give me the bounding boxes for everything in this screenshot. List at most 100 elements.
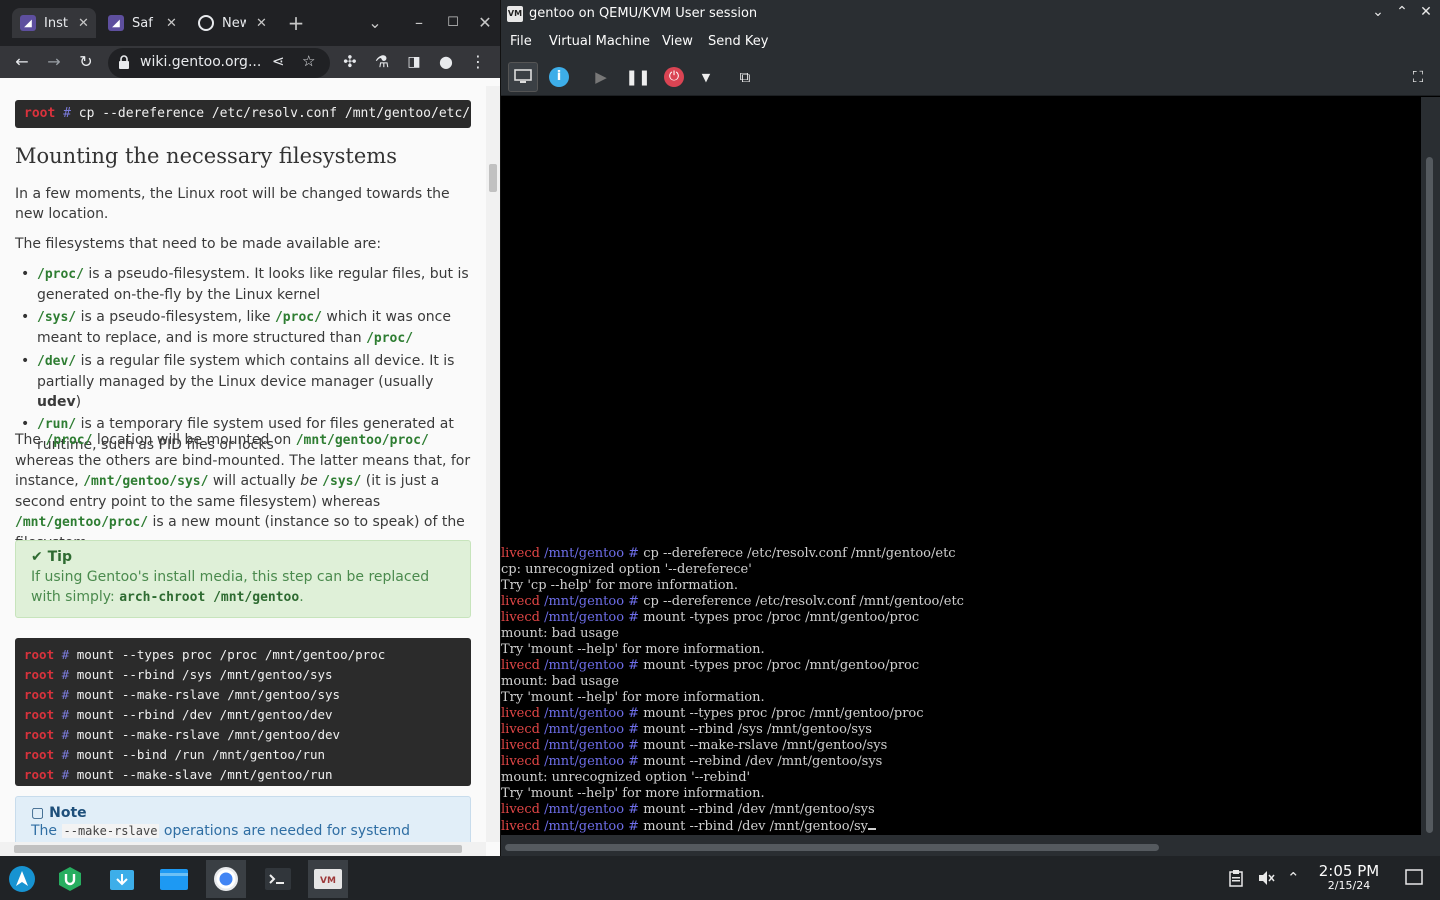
side-panel-icon[interactable]: ◨ xyxy=(402,50,426,74)
chevron-up-icon[interactable]: ⌃ xyxy=(1392,4,1412,20)
code-line: root # mount --rbind /dev /mnt/gentoo/de… xyxy=(24,707,333,722)
run-play-icon[interactable]: ▶ xyxy=(586,62,616,92)
package-manager-icon[interactable] xyxy=(102,860,142,898)
intro-paragraph: In a few moments, the Linux root will be… xyxy=(15,186,450,222)
chevron-down-icon[interactable]: ⌄ xyxy=(1368,4,1388,20)
close-tab-icon[interactable]: ✕ xyxy=(78,16,89,31)
back-arrow-icon[interactable]: ← xyxy=(10,50,34,74)
extensions-puzzle-icon[interactable]: ✣ xyxy=(338,50,362,74)
pause-icon[interactable]: ❚❚ xyxy=(623,62,653,92)
virt-manager-logo-icon: VM xyxy=(507,6,523,22)
tab-new[interactable]: New ✕ xyxy=(190,8,280,38)
address-bar[interactable]: wiki.gentoo.org... ⋖ ☆ xyxy=(108,48,330,78)
page-horizontal-scrollbar[interactable] xyxy=(0,842,486,856)
lock-icon xyxy=(119,55,129,69)
snapshots-icon[interactable]: ⧉ xyxy=(730,62,760,92)
console-horizontal-scrollbar[interactable] xyxy=(501,835,1440,856)
terminal-line: mount: bad usage xyxy=(501,626,619,641)
browser-window: ◢ Inst ✕ ◢ Saf ✕ New ✕ + ⌄ – ☐ ✕ ← → ↻ w… xyxy=(0,0,500,856)
reload-icon[interactable]: ↻ xyxy=(74,50,98,74)
bookmark-star-icon[interactable]: ☆ xyxy=(302,52,315,70)
shutdown-power-icon[interactable]: ⏻ xyxy=(659,62,689,92)
tip-box: ✔ Tip If using Gentoo's install media, t… xyxy=(15,540,471,618)
filesystem-list: /proc/ is a pseudo-filesystem. It looks … xyxy=(15,264,475,457)
vm-console-screen[interactable]: livecd /mnt/gentoo # cp --dereferece /et… xyxy=(501,97,1421,835)
page-content: root # cp --dereference /etc/resolv.conf… xyxy=(0,86,486,842)
gentoo-favicon-icon: ◢ xyxy=(20,15,36,31)
chrome-browser-icon[interactable] xyxy=(206,860,246,898)
note-icon: ▢ xyxy=(31,805,45,821)
terminal-line: Try 'cp --help' for more information. xyxy=(501,578,739,593)
terminal-line: livecd /mnt/gentoo # cp --dereferece /et… xyxy=(501,546,956,561)
menu-virtual-machine[interactable]: Virtual Machine xyxy=(549,34,650,49)
file-manager-icon[interactable] xyxy=(154,860,194,898)
code-line: root # mount --make-rslave /mnt/gentoo/d… xyxy=(24,727,341,742)
menu-view[interactable]: View xyxy=(662,34,693,49)
list-item: /proc/ is a pseudo-filesystem. It looks … xyxy=(15,264,475,305)
virt-manager-window: VM gentoo on QEMU/KVM User session ⌄ ⌃ ✕… xyxy=(501,0,1440,856)
details-info-icon[interactable]: i xyxy=(544,62,574,92)
clipboard-icon[interactable] xyxy=(1228,869,1244,891)
terminal-line: Try 'mount --help' for more information. xyxy=(501,786,765,801)
browser-toolbar: ← → ↻ wiki.gentoo.org... ⋖ ☆ ✣ ⚗ ◨ ● ⋮ xyxy=(0,46,500,78)
code-line: root # mount --make-slave /mnt/gentoo/ru… xyxy=(24,767,333,782)
note-box: ▢ Note The --make-rslave operations are … xyxy=(15,796,471,842)
terminal-line: livecd /mnt/gentoo # mount --rbind /dev … xyxy=(501,802,875,817)
terminal-icon[interactable] xyxy=(258,860,298,898)
tab-search-chevron-icon[interactable]: ⌄ xyxy=(364,12,386,34)
discover-store-icon[interactable] xyxy=(50,860,90,898)
terminal-line: livecd /mnt/gentoo # mount --types proc … xyxy=(501,706,924,721)
forward-arrow-icon[interactable]: → xyxy=(42,50,66,74)
mount-code-block: root # mount --types proc /proc /mnt/gen… xyxy=(15,638,471,786)
lab-flask-icon[interactable]: ⚗ xyxy=(370,50,394,74)
terminal-line: livecd /mnt/gentoo # mount --rbind /dev … xyxy=(501,818,1421,835)
terminal-line: Try 'mount --help' for more information. xyxy=(501,690,765,705)
console-vertical-scrollbar[interactable] xyxy=(1421,97,1440,835)
profile-avatar-icon[interactable]: ● xyxy=(434,50,458,74)
close-window-icon[interactable]: ✕ xyxy=(1416,4,1436,20)
console-monitor-icon[interactable] xyxy=(508,62,538,92)
page-vertical-scrollbar[interactable] xyxy=(486,86,500,842)
app-launcher-arch-icon[interactable] xyxy=(2,860,42,898)
tab-install[interactable]: ◢ Inst ✕ xyxy=(12,8,96,38)
close-tab-icon[interactable]: ✕ xyxy=(166,16,177,31)
clock-time: 2:05 PM xyxy=(1318,862,1380,880)
gentoo-favicon-icon: ◢ xyxy=(108,15,124,31)
new-tab-plus-icon[interactable]: + xyxy=(285,12,307,34)
close-window-icon[interactable]: ✕ xyxy=(474,12,496,34)
menu-file[interactable]: File xyxy=(510,34,532,49)
list-item: /sys/ is a pseudo-filesystem, like /proc… xyxy=(15,307,475,349)
terminal-output: livecd /mnt/gentoo # cp --dereferece /et… xyxy=(501,546,1421,835)
code-line: root # mount --make-rslave /mnt/gentoo/s… xyxy=(24,687,341,702)
show-desktop-icon[interactable] xyxy=(1405,869,1423,889)
share-icon[interactable]: ⋖ xyxy=(272,52,285,70)
terminal-line: livecd /mnt/gentoo # mount --make-rslave… xyxy=(501,738,888,753)
chevron-up-tray-icon[interactable]: ⌃ xyxy=(1287,869,1300,887)
virt-manager-app-icon[interactable]: VM xyxy=(308,860,348,898)
menu-send-key[interactable]: Send Key xyxy=(708,34,768,49)
code-line: root # mount --types proc /proc /mnt/gen… xyxy=(24,647,386,662)
terminal-line: mount: bad usage xyxy=(501,674,619,689)
tab-safe[interactable]: ◢ Saf ✕ xyxy=(100,8,190,38)
bind-mount-paragraph: The /proc/ location will be mounted on /… xyxy=(15,432,471,551)
terminal-line: livecd /mnt/gentoo # mount --rebind /dev… xyxy=(501,754,883,769)
terminal-line: livecd /mnt/gentoo # mount --rbind /sys … xyxy=(501,722,872,737)
url-text: wiki.gentoo.org... xyxy=(140,54,262,70)
menu-kebab-icon[interactable]: ⋮ xyxy=(466,50,490,74)
text-cursor xyxy=(867,818,876,830)
maximize-icon[interactable]: ☐ xyxy=(442,12,464,34)
code-line: root # mount --rbind /sys /mnt/gentoo/sy… xyxy=(24,667,333,682)
minimize-icon[interactable]: – xyxy=(408,12,430,34)
volume-muted-icon[interactable] xyxy=(1257,869,1275,891)
terminal-line: livecd /mnt/gentoo # cp --dereference /e… xyxy=(501,594,964,609)
vm-window-title: gentoo on QEMU/KVM User session xyxy=(529,6,758,21)
vm-titlebar: VM gentoo on QEMU/KVM User session ⌄ ⌃ ✕ xyxy=(501,0,1440,28)
terminal-line: cp: unrecognized option '--dereferece' xyxy=(501,562,752,577)
shutdown-dropdown-icon[interactable]: ▼ xyxy=(691,62,721,92)
chrome-favicon-icon xyxy=(198,15,214,31)
fullscreen-icon[interactable]: ⛶ xyxy=(1403,62,1433,92)
tab-strip: ◢ Inst ✕ ◢ Saf ✕ New ✕ + ⌄ – ☐ ✕ xyxy=(0,0,500,46)
list-item: /dev/ is a regular file system which con… xyxy=(15,351,475,412)
system-clock[interactable]: 2:05 PM 2/15/24 xyxy=(1316,862,1382,892)
close-tab-icon[interactable]: ✕ xyxy=(256,16,267,31)
